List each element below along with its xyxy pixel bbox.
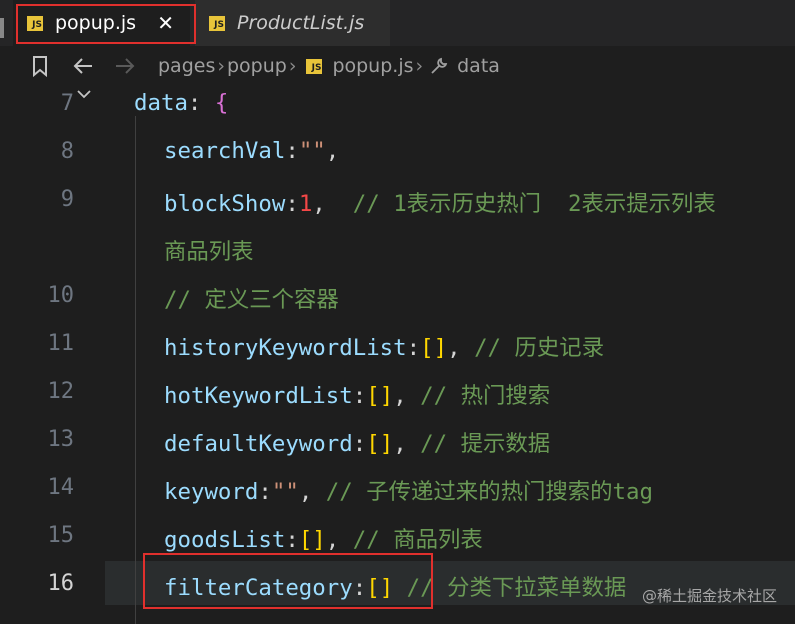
code-line-14: keyword:"", // 子传递过来的热门搜索的tag [164,479,653,505]
property: historyKeywordList [164,335,407,361]
breadcrumb-item-data[interactable]: data [457,55,500,77]
comment: // 历史记录 [474,335,605,361]
back-arrow-icon[interactable] [72,56,94,76]
comment: // 提示数据 [420,431,551,457]
code-line-8: searchVal:"", [164,138,340,164]
line-number: 13 [47,427,75,452]
javascript-file-icon: JS [209,15,225,31]
breadcrumb-item-popup[interactable]: popup [227,55,287,77]
property: filterCategory [164,575,353,601]
breadcrumb-item-file[interactable]: popup.js [332,55,413,77]
javascript-file-icon: JS [306,58,323,74]
close-icon[interactable]: ✕ [157,13,174,33]
line-number: 8 [60,139,74,164]
code-line-12: hotKeywordList:[], // 热门搜索 [164,383,551,409]
number-value: 1 [298,191,313,217]
code-line-7: data: { [134,90,229,116]
comment: // 商品列表 [352,527,483,553]
indent-guide [135,116,136,624]
tab-popup-js[interactable]: JS popup.js ✕ [13,0,190,46]
breadcrumb-separator: › [288,55,297,77]
line-number: 15 [47,523,75,548]
property: goodsList [164,527,286,553]
code-line-13: defaultKeyword:[], // 提示数据 [164,431,551,457]
property: defaultKeyword [164,431,353,457]
breadcrumb-separator: › [217,55,225,77]
line-number: 7 [60,91,74,116]
breadcrumb-item-pages[interactable]: pages [158,55,215,77]
breadcrumb-path: pages › popup › JS popup.js › data [158,55,500,77]
tab-productlist-js[interactable]: JS ProductList.js [195,0,390,46]
string-value: "" [298,138,326,164]
code-editor[interactable]: 7 8 9 10 11 12 13 14 15 16 data: { searc… [0,86,795,624]
property: keyword [164,479,259,505]
comment: // 分类下拉菜单数据 [406,575,627,601]
property: hotKeywordList [164,383,353,409]
code-line-11: historyKeywordList:[], // 历史记录 [164,335,605,361]
line-number: 12 [47,379,75,404]
property: searchVal [164,138,286,164]
code-line-15: goodsList:[], // 商品列表 [164,527,483,553]
comment: // 子传递过来的热门搜索的tag [325,479,653,505]
tab-label: popup.js [55,12,137,34]
breadcrumb: pages › popup › JS popup.js › data [0,46,795,86]
breadcrumb-separator: › [415,55,424,77]
tab-bar: JS popup.js ✕ JS ProductList.js [0,0,795,46]
comment: // 热门搜索 [420,383,551,409]
bookmark-icon[interactable] [30,55,50,77]
line-number: 14 [47,475,75,500]
line-number: 9 [60,187,74,212]
code-line-10: // 定义三个容器 [164,287,339,313]
left-edge-marker [0,18,4,38]
code-line-9: blockShow:1, // 1表示历史热门 2表示提示列表 [164,191,716,217]
code-line-9-wrap: 商品列表 [164,239,254,265]
comment: // 1表示历史热门 2表示提示列表 [352,191,716,217]
code-line-16: filterCategory:[] // 分类下拉菜单数据 [164,575,627,601]
watermark: @稀土掘金技术社区 [641,587,777,605]
wrench-icon [431,57,448,74]
line-number: 16 [47,571,75,596]
line-number: 11 [47,331,75,356]
tab-label: ProductList.js [237,12,365,34]
chevron-down-icon[interactable] [76,88,92,100]
property: blockShow [164,191,286,217]
forward-arrow-icon[interactable] [114,56,136,76]
line-number: 10 [47,283,75,308]
string-value: "" [271,479,299,505]
property: data [134,90,188,116]
javascript-file-icon: JS [27,15,43,31]
